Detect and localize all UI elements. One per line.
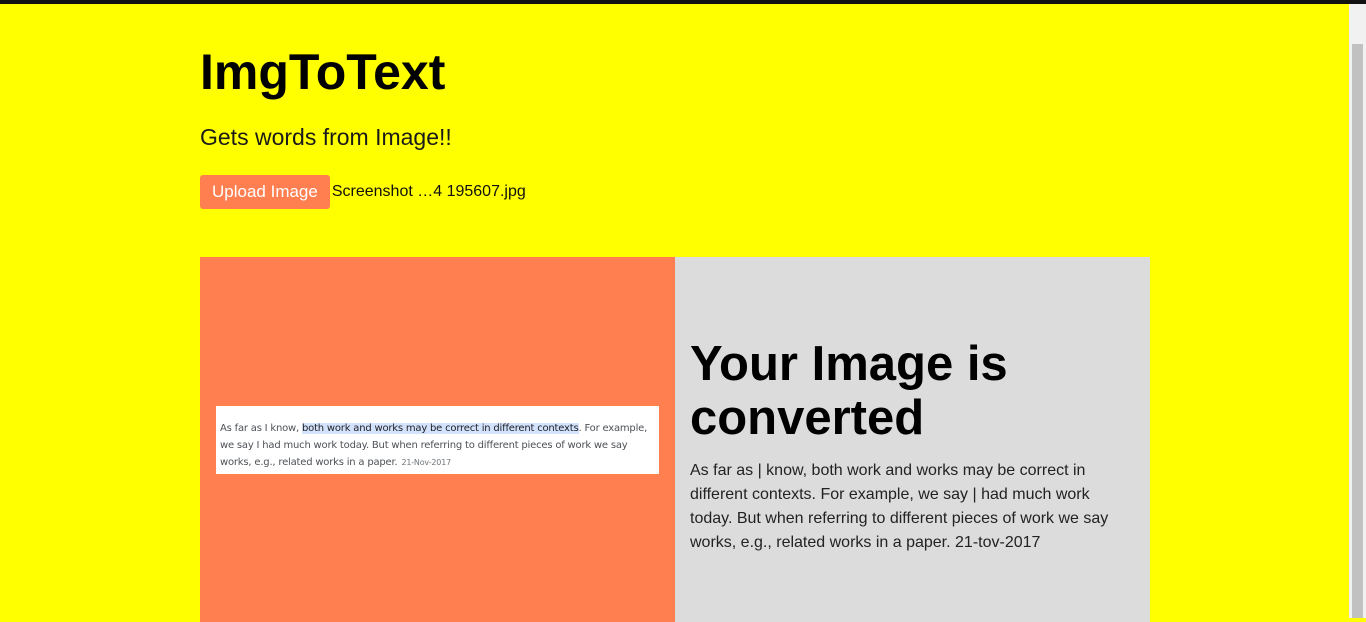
selected-file-name: Screenshot …4 195607.jpg <box>331 183 526 200</box>
scrollbar-thumb[interactable] <box>1352 44 1363 618</box>
upload-row: Upload Image Screenshot …4 195607.jpg <box>200 175 526 209</box>
result-panels: As far as I know, both work and works ma… <box>200 257 1150 622</box>
result-heading: Your Image is converted <box>690 337 1008 445</box>
preview-text-start: As far as I know, <box>220 423 302 434</box>
browser-top-bar <box>0 0 1366 4</box>
app-subtitle: Gets words from Image!! <box>200 124 452 150</box>
extracted-text: As far as | know, both work and works ma… <box>690 462 1109 551</box>
converted-text-panel: Your Image is converted As far as | know… <box>675 257 1150 622</box>
preview-text-highlight: both work and works may be correct in di… <box>302 423 579 434</box>
page-scrollbar[interactable] <box>1349 4 1366 618</box>
app-title: ImgToText <box>200 44 446 100</box>
preview-date: 21-Nov-2017 <box>401 458 451 467</box>
image-preview-panel: As far as I know, both work and works ma… <box>200 257 675 622</box>
upload-image-button[interactable]: Upload Image <box>200 175 330 209</box>
uploaded-image-preview: As far as I know, both work and works ma… <box>216 406 659 474</box>
